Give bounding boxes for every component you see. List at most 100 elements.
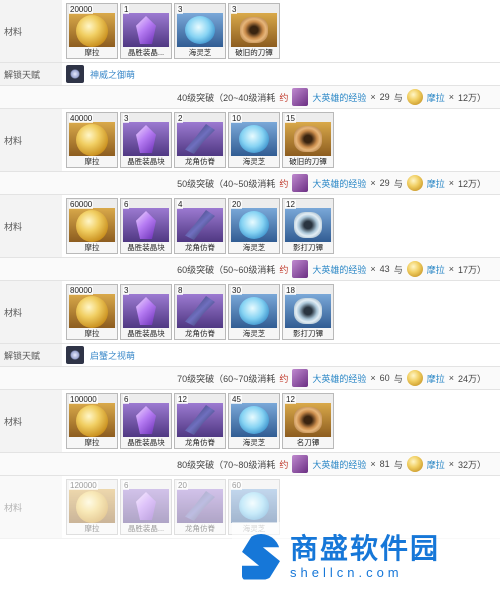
material-count: 30 [231, 286, 242, 295]
material-count: 10 [231, 114, 242, 123]
materials-row: 材料 100000 摩拉 6 晶胜装晶块 12 龙角仿脊 45 海灵芝 12 名刀镡 [0, 390, 500, 453]
mora-label[interactable]: 摩拉 [427, 458, 445, 471]
talent-icon [66, 65, 84, 83]
times-sign: × [448, 264, 454, 274]
flower-icon [177, 13, 223, 48]
mora-coin-icon [406, 175, 423, 191]
material-tile[interactable]: 20 龙角仿脊 [174, 479, 226, 535]
material-count: 6 [123, 395, 130, 404]
material-count: 40000 [69, 114, 94, 123]
hero-exp-book-icon [292, 369, 309, 387]
material-tile[interactable]: 20000 摩拉 [66, 3, 118, 59]
material-tile[interactable]: 80000 摩拉 [66, 284, 118, 340]
material-name: 龙角仿脊 [175, 328, 225, 339]
mora-label[interactable]: 摩拉 [427, 263, 445, 276]
material-tile[interactable]: 18 影打刀镡 [282, 284, 334, 340]
hero-exp-book-icon [292, 88, 309, 106]
material-name: 破旧的刀镡 [229, 47, 279, 58]
material-tile[interactable]: 8 龙角仿脊 [174, 284, 226, 340]
materials-label: 材料 [0, 281, 62, 343]
flower-icon [231, 122, 277, 157]
exp-count: 60 [379, 373, 390, 383]
material-tile[interactable]: 6 晶胜装晶块 [120, 393, 172, 449]
mora-count: 32万） [457, 459, 486, 470]
material-tile[interactable]: 12 影打刀镡 [282, 198, 334, 254]
hero-exp-label[interactable]: 大英雄的经验 [312, 372, 366, 385]
material-name: 破旧的刀镡 [283, 156, 333, 167]
material-tile[interactable]: 6 晶胜装晶块 [120, 198, 172, 254]
talent-icon [66, 346, 84, 364]
times-sign: × [370, 178, 376, 188]
material-count: 6 [123, 481, 130, 490]
material-name: 晶胜装晶块 [121, 156, 171, 167]
material-name: 摩拉 [67, 437, 117, 448]
mora-count: 17万） [457, 264, 486, 275]
ascension-cost-row: 70级突破（60~70级消耗约大英雄的经验 × 60 与摩拉 × 24万） [0, 367, 500, 390]
ascension-level-text: 40级突破（20~40级消耗 [177, 92, 276, 103]
material-tile[interactable]: 120000 摩拉 [66, 479, 118, 535]
mora-label[interactable]: 摩拉 [427, 372, 445, 385]
talent-name[interactable]: 神威之御萌 [90, 68, 135, 81]
feather-icon [177, 208, 223, 243]
crystal-icon [123, 208, 169, 243]
crystal-icon [123, 122, 169, 157]
material-name: 龙角仿脊 [175, 242, 225, 253]
material-name: 晶胜装晶... [121, 523, 171, 534]
watermark-url: shellcn.com [290, 565, 403, 580]
material-tile[interactable]: 12 龙角仿脊 [174, 393, 226, 449]
times-sign: × [370, 92, 376, 102]
watermark-title: 商盛软件园 [290, 533, 441, 564]
material-tile[interactable]: 45 海灵芝 [228, 393, 280, 449]
flower-icon [231, 294, 277, 329]
material-count: 6 [123, 200, 130, 209]
material-tile[interactable]: 15 破旧的刀镡 [282, 112, 334, 168]
material-count: 3 [231, 5, 238, 14]
material-tile[interactable]: 3 晶胜装晶块 [120, 284, 172, 340]
hero-exp-label[interactable]: 大英雄的经验 [312, 263, 366, 276]
and-text: 与 [393, 264, 403, 275]
materials-label: 材料 [0, 109, 62, 171]
hero-exp-label[interactable]: 大英雄的经验 [312, 458, 366, 471]
materials-label: 材料 [0, 195, 62, 257]
materials-row: 材料 40000 摩拉 3 晶胜装晶块 2 龙角仿脊 10 海灵芝 15 破旧的刀镡 [0, 109, 500, 172]
material-count: 20000 [69, 5, 94, 14]
material-tile[interactable]: 20 海灵芝 [228, 198, 280, 254]
guard-icon [285, 403, 331, 438]
material-tile[interactable]: 30 海灵芝 [228, 284, 280, 340]
material-tile[interactable]: 40000 摩拉 [66, 112, 118, 168]
material-name: 摩拉 [67, 242, 117, 253]
hero-exp-label[interactable]: 大英雄的经验 [312, 91, 366, 104]
material-tile[interactable]: 3 破旧的刀镡 [228, 3, 280, 59]
ascension-level-text: 60级突破（50~60级消耗 [177, 264, 276, 275]
mora-coin-icon [406, 261, 423, 277]
material-tile[interactable]: 4 龙角仿脊 [174, 198, 226, 254]
material-tile[interactable]: 1 晶胜装晶... [120, 3, 172, 59]
material-tile[interactable]: 6 晶胜装晶... [120, 479, 172, 535]
mora-label[interactable]: 摩拉 [427, 91, 445, 104]
material-count: 8 [177, 286, 184, 295]
exp-count: 43 [379, 264, 390, 274]
hero-exp-label[interactable]: 大英雄的经验 [312, 177, 366, 190]
material-name: 龙角仿脊 [175, 523, 225, 534]
hero-exp-book-icon [292, 174, 309, 192]
mora-label[interactable]: 摩拉 [427, 177, 445, 190]
talent-name[interactable]: 启蟹之视萌 [90, 349, 135, 362]
materials-list: 60000 摩拉 6 晶胜装晶块 4 龙角仿脊 20 海灵芝 12 影打刀镡 [62, 195, 334, 257]
material-tile[interactable]: 60000 摩拉 [66, 198, 118, 254]
material-tile[interactable]: 3 海灵芝 [174, 3, 226, 59]
material-count: 2 [177, 114, 184, 123]
material-count: 15 [285, 114, 296, 123]
watermark: 商盛软件园 shellcn.com [232, 522, 500, 591]
material-tile[interactable]: 3 晶胜装晶块 [120, 112, 172, 168]
talent-content: 神威之御萌 [62, 63, 135, 85]
material-tile[interactable]: 100000 摩拉 [66, 393, 118, 449]
material-tile[interactable]: 12 名刀镡 [282, 393, 334, 449]
material-count: 3 [123, 286, 130, 295]
ascension-level-text: 70级突破（60~70级消耗 [177, 373, 276, 384]
materials-label: 材料 [0, 390, 62, 452]
material-tile[interactable]: 10 海灵芝 [228, 112, 280, 168]
times-sign: × [448, 92, 454, 102]
material-name: 晶胜装晶块 [121, 242, 171, 253]
material-name: 海灵芝 [229, 437, 279, 448]
material-tile[interactable]: 2 龙角仿脊 [174, 112, 226, 168]
